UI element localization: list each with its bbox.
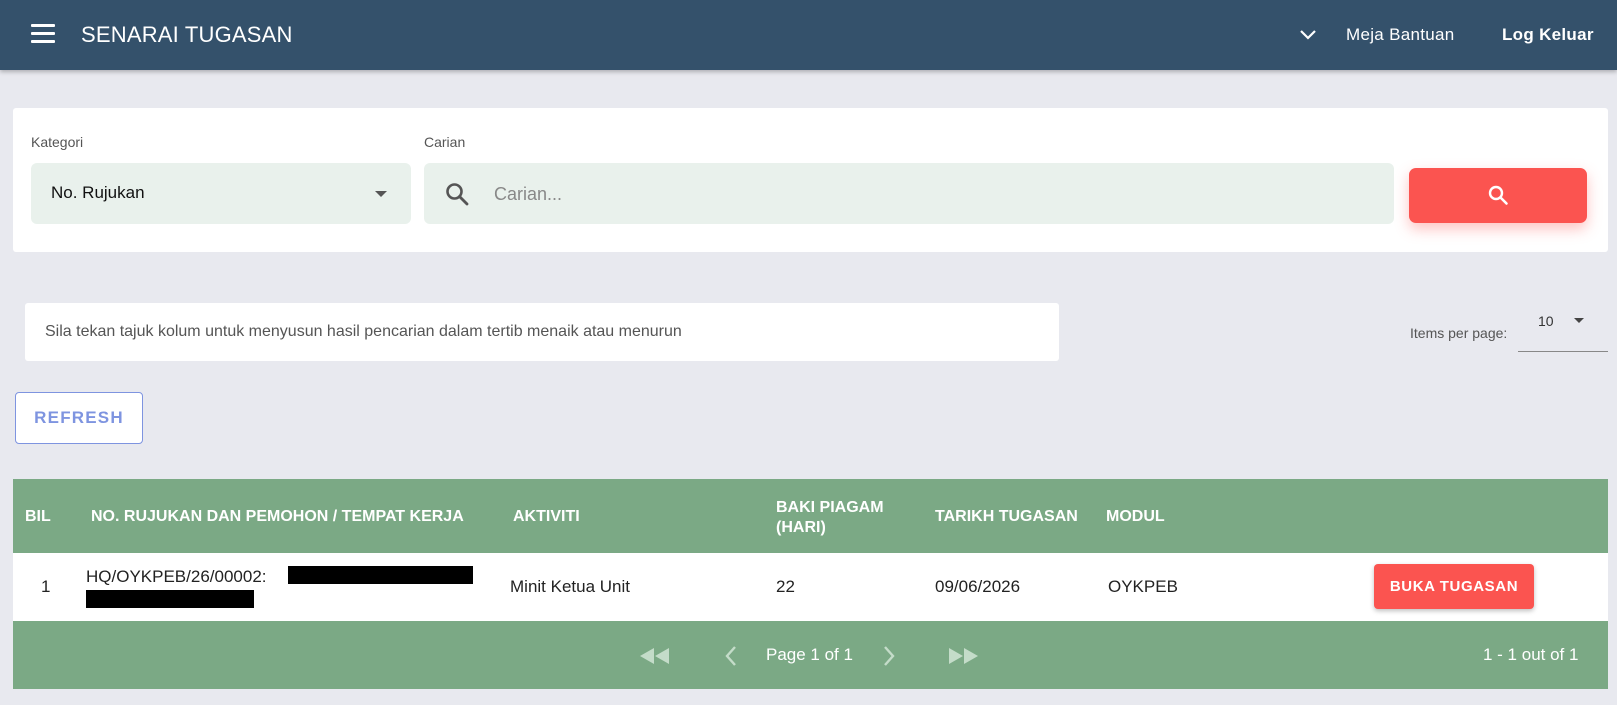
items-per-page-label: Items per page: — [1410, 325, 1508, 341]
search-button[interactable] — [1409, 168, 1587, 223]
redacted-workplace — [86, 590, 254, 608]
logout-link[interactable]: Log Keluar — [1502, 25, 1594, 45]
search-input[interactable] — [492, 163, 1376, 226]
cell-bil: 1 — [41, 577, 51, 596]
col-header-tarikh[interactable]: TARIKH TUGASAN — [935, 508, 1078, 526]
sort-hint-text: Sila tekan tajuk kolum untuk menyusun ha… — [45, 323, 682, 340]
col-header-baki-line1: BAKI PIAGAM — [776, 499, 884, 516]
search-icon — [444, 181, 470, 207]
chevron-down-icon[interactable] — [1298, 24, 1318, 44]
table-row: 1 HQ/OYKPEB/26/00002: Minit Ketua Unit 2… — [13, 553, 1608, 621]
category-select-value: No. Rujukan — [51, 183, 145, 202]
dropdown-caret-icon — [1574, 318, 1584, 323]
search-label: Carian — [424, 134, 466, 150]
col-header-rujukan[interactable]: NO. RUJUKAN DAN PEMOHON / TEMPAT KERJA — [91, 508, 464, 526]
next-page-icon[interactable] — [881, 644, 897, 668]
table-header: BIL NO. RUJUKAN DAN PEMOHON / TEMPAT KER… — [13, 479, 1608, 553]
task-table: BIL NO. RUJUKAN DAN PEMOHON / TEMPAT KER… — [13, 479, 1608, 689]
items-per-page-select[interactable]: 10 — [1518, 305, 1608, 352]
cell-baki: 22 — [776, 577, 795, 596]
first-page-icon[interactable] — [638, 646, 672, 666]
items-per-page-value: 10 — [1538, 313, 1554, 329]
table-pagination-bar: Page 1 of 1 1 - 1 out of 1 — [13, 621, 1608, 689]
cell-modul: OYKPEB — [1108, 577, 1178, 596]
category-select[interactable]: No. Rujukan — [31, 163, 411, 224]
open-task-button[interactable]: BUKA TUGASAN — [1374, 564, 1534, 609]
sort-hint-box: Sila tekan tajuk kolum untuk menyusun ha… — [25, 303, 1059, 361]
col-header-baki-piagam[interactable]: BAKI PIAGAM (HARI) — [776, 498, 884, 538]
col-header-aktiviti[interactable]: AKTIVITI — [513, 508, 580, 526]
search-field — [424, 163, 1394, 226]
page-title: SENARAI TUGASAN — [81, 22, 293, 47]
dropdown-caret-icon — [375, 191, 387, 197]
range-info: 1 - 1 out of 1 — [1483, 645, 1579, 664]
cell-aktiviti: Minit Ketua Unit — [510, 577, 630, 596]
search-card: Kategori Carian No. Rujukan — [13, 108, 1608, 252]
refresh-button[interactable]: REFRESH — [15, 392, 143, 444]
top-app-bar: SENARAI TUGASAN Meja Bantuan Log Keluar — [0, 0, 1617, 70]
last-page-icon[interactable] — [947, 646, 981, 666]
category-label: Kategori — [31, 134, 84, 150]
redacted-applicant-name — [288, 566, 473, 584]
search-icon — [1488, 185, 1508, 205]
helpdesk-link[interactable]: Meja Bantuan — [1346, 25, 1455, 45]
hamburger-menu-icon[interactable] — [31, 24, 55, 44]
col-header-baki-line2: (HARI) — [776, 519, 826, 536]
col-header-modul[interactable]: MODUL — [1106, 508, 1165, 526]
col-header-bil[interactable]: BIL — [25, 508, 51, 526]
cell-tarikh: 09/06/2026 — [935, 577, 1021, 596]
previous-page-icon[interactable] — [723, 644, 739, 668]
cell-rujukan: HQ/OYKPEB/26/00002: — [86, 567, 267, 586]
page-info: Page 1 of 1 — [766, 645, 853, 664]
